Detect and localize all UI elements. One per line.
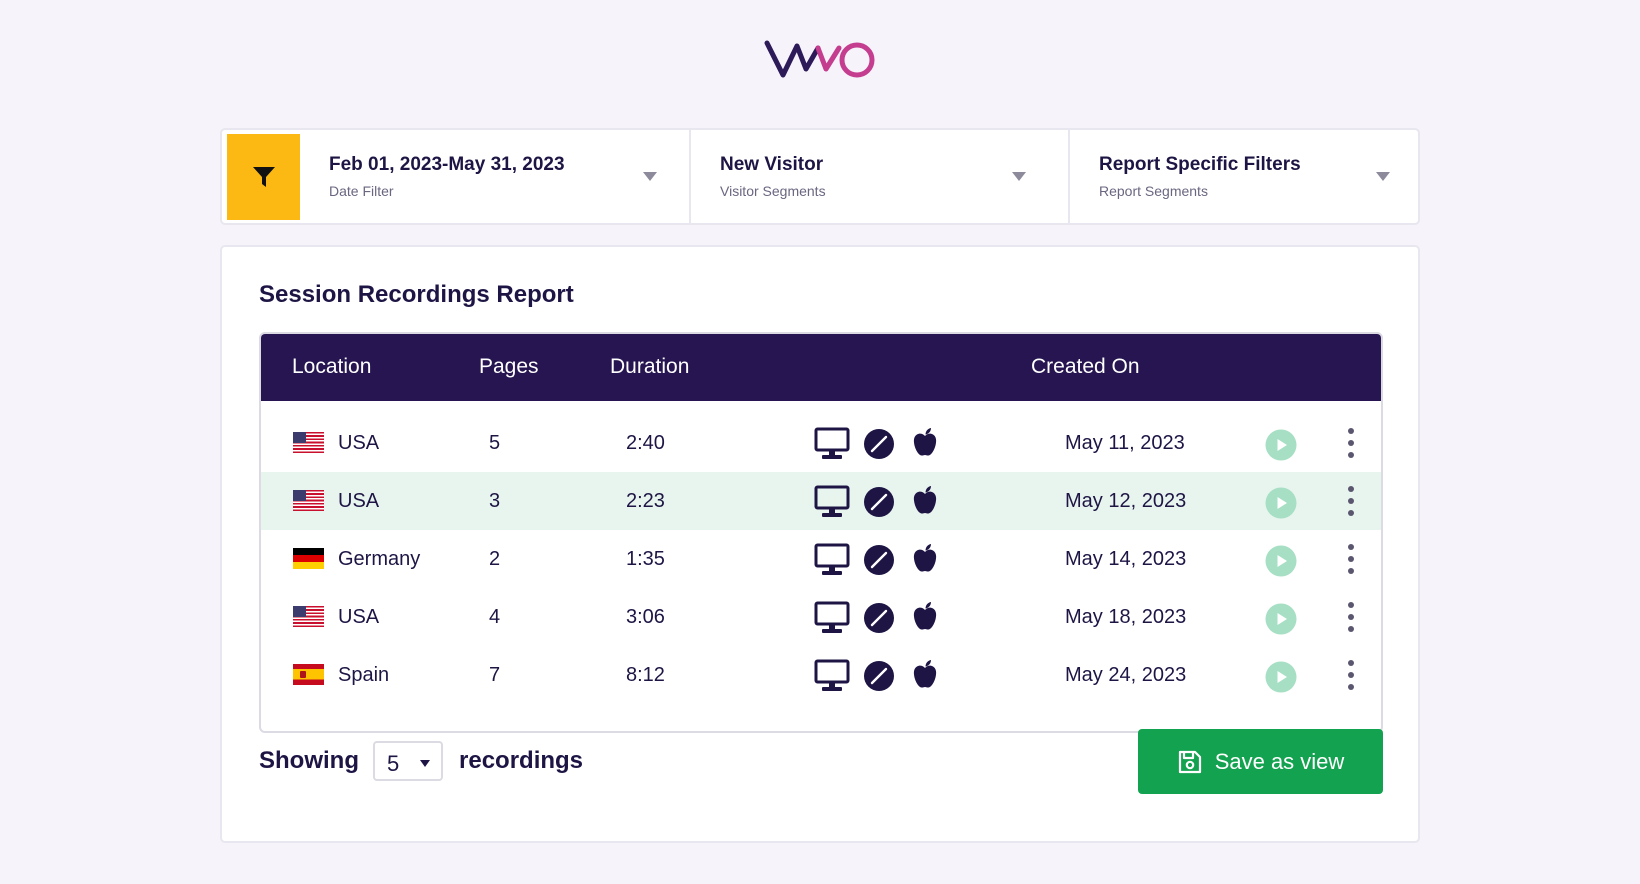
cell-created-on: May 18, 2023 (1065, 606, 1187, 628)
play-recording-button[interactable] (1265, 603, 1297, 635)
vwo-logo (764, 40, 875, 78)
date-filter-value: Feb 01, 2023-May 31, 2023 (329, 154, 565, 175)
cell-pages: 5 (489, 432, 501, 454)
recordings-label: recordings (459, 747, 584, 774)
table-header: Location Pages Duration Created On (261, 334, 1381, 401)
more-options-icon[interactable] (1341, 542, 1361, 576)
save-as-view-button[interactable]: Save as view (1138, 729, 1383, 794)
play-recording-button[interactable] (1265, 661, 1297, 693)
report-segment-value: Report Specific Filters (1099, 154, 1301, 175)
desktop-icon (814, 485, 850, 517)
chevron-down-icon (1376, 172, 1390, 181)
save-as-view-label: Save as view (1214, 748, 1345, 774)
filter-icon (252, 167, 275, 187)
save-icon (1178, 750, 1201, 773)
safari-icon (864, 487, 894, 517)
safari-icon (864, 429, 894, 459)
page-size-select[interactable]: 5 (373, 741, 443, 781)
more-options-icon[interactable] (1341, 658, 1361, 692)
play-recording-button[interactable] (1265, 487, 1297, 519)
us-flag (293, 432, 324, 453)
safari-icon (864, 545, 894, 575)
date-filter[interactable]: Feb 01, 2023-May 31, 2023 Date Filter (300, 130, 691, 223)
cell-pages: 7 (489, 664, 501, 686)
visitor-segment-label: Visitor Segments (720, 183, 826, 199)
table-row[interactable]: Germany 2 1:35 May 14, 2023 (261, 530, 1381, 588)
cell-duration: 2:40 (626, 432, 665, 454)
apple-icon (913, 602, 937, 630)
safari-icon (864, 661, 894, 691)
cell-location: USA (338, 432, 380, 454)
play-recording-button[interactable] (1265, 429, 1297, 461)
cell-location: Germany (338, 548, 421, 570)
cell-duration: 8:12 (626, 664, 665, 686)
more-options-icon[interactable] (1341, 600, 1361, 634)
cell-pages: 4 (489, 606, 501, 628)
de-flag (293, 548, 324, 569)
desktop-icon (814, 659, 850, 691)
us-flag (293, 606, 324, 627)
report-title: Session Recordings Report (259, 281, 574, 308)
table-row[interactable]: USA 3 2:23 May 12, 2023 (261, 472, 1381, 530)
cell-location: USA (338, 490, 380, 512)
report-card: Session Recordings Report Location Pages… (220, 245, 1420, 843)
filter-button[interactable] (227, 134, 300, 220)
report-segment-filter[interactable]: Report Specific Filters Report Segments (1070, 130, 1418, 223)
page-size-value: 5 (387, 751, 400, 776)
cell-location: Spain (338, 664, 390, 686)
apple-icon (913, 486, 937, 514)
apple-icon (913, 660, 937, 688)
visitor-segment-filter[interactable]: New Visitor Visitor Segments (691, 130, 1070, 223)
cell-duration: 2:23 (626, 490, 665, 512)
us-flag (293, 490, 324, 511)
cell-created-on: May 12, 2023 (1065, 490, 1187, 512)
apple-icon (913, 544, 937, 572)
column-header-location: Location (292, 355, 372, 378)
chevron-down-icon (643, 172, 657, 181)
apple-icon (913, 428, 937, 456)
cell-duration: 3:06 (626, 606, 665, 628)
cell-created-on: May 24, 2023 (1065, 664, 1187, 686)
table-row[interactable]: USA 4 3:06 May 18, 2023 (261, 588, 1381, 646)
showing-label: Showing (259, 747, 359, 774)
more-options-icon[interactable] (1341, 484, 1361, 518)
filter-bar: Feb 01, 2023-May 31, 2023 Date Filter Ne… (220, 128, 1420, 225)
cell-created-on: May 14, 2023 (1065, 548, 1187, 570)
cell-created-on: May 11, 2023 (1065, 432, 1185, 454)
cell-duration: 1:35 (626, 548, 665, 570)
date-filter-label: Date Filter (329, 183, 394, 199)
column-header-pages: Pages (479, 355, 539, 378)
table-row[interactable]: USA 5 2:40 May 11, 2023 (261, 414, 1381, 472)
cell-pages: 2 (489, 548, 501, 570)
safari-icon (864, 603, 894, 633)
es-flag (293, 664, 324, 685)
chevron-down-icon (1012, 172, 1026, 181)
column-header-duration: Duration (610, 355, 690, 378)
play-recording-button[interactable] (1265, 545, 1297, 577)
column-header-created-on: Created On (1031, 355, 1140, 378)
more-options-icon[interactable] (1341, 426, 1361, 460)
caret-down-icon (420, 760, 430, 767)
report-segment-label: Report Segments (1099, 183, 1208, 199)
desktop-icon (814, 427, 850, 459)
recordings-table: Location Pages Duration Created On USA 5 2… (259, 332, 1383, 733)
table-row[interactable]: Spain 7 8:12 May 24, 2023 (261, 646, 1381, 704)
desktop-icon (814, 543, 850, 575)
table-footer: Showing 5 recordings Save as view (259, 729, 1383, 799)
cell-location: USA (338, 606, 380, 628)
cell-pages: 3 (489, 490, 501, 512)
desktop-icon (814, 601, 850, 633)
